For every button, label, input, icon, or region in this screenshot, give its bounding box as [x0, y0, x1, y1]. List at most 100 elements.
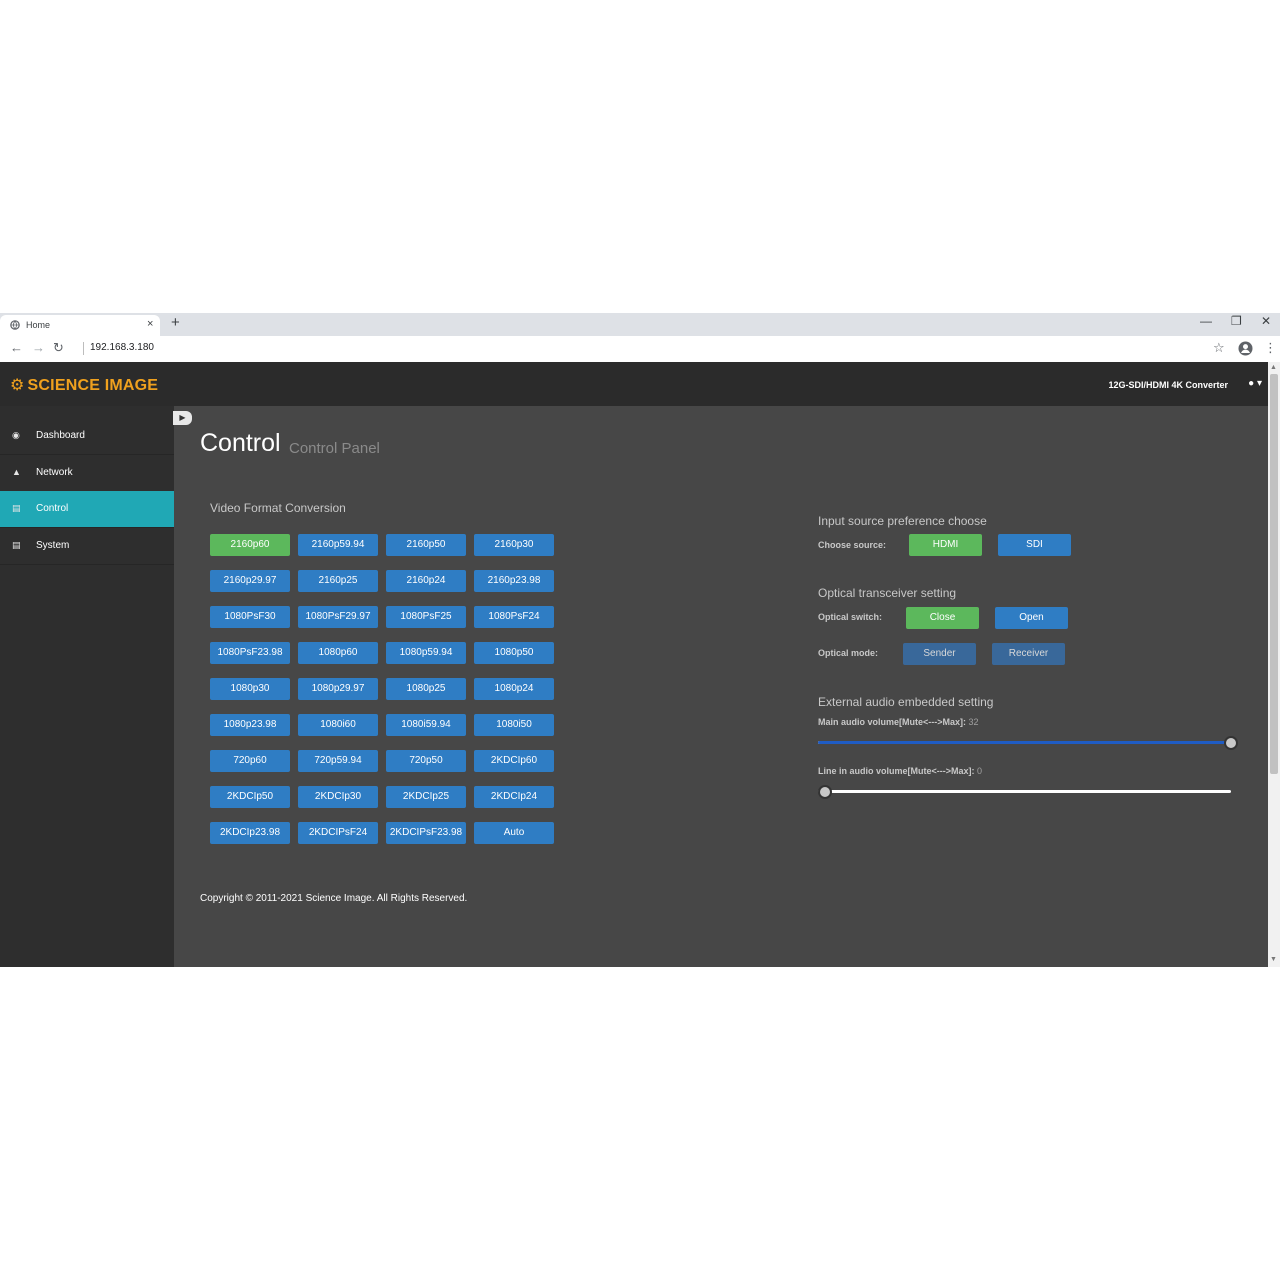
sidebar-item-dashboard[interactable]: ◉ Dashboard	[0, 418, 174, 455]
format-button[interactable]: 1080PsF30	[210, 606, 290, 628]
device-name: 12G-SDI/HDMI 4K Converter	[1108, 380, 1228, 390]
sidebar-item-label: Control	[36, 503, 69, 514]
format-button[interactable]: 1080p29.97	[298, 678, 378, 700]
format-button[interactable]: 720p50	[386, 750, 466, 772]
close-window-button[interactable]: ✕	[1261, 314, 1271, 328]
format-button[interactable]: 1080p24	[474, 678, 554, 700]
reload-icon[interactable]: ↻	[53, 340, 64, 356]
optical-switch-label: Optical switch:	[818, 612, 883, 622]
format-button[interactable]: 2160p59.94	[298, 534, 378, 556]
format-button[interactable]: 1080p60	[298, 642, 378, 664]
format-button[interactable]: 2160p24	[386, 570, 466, 592]
main-volume-fill	[818, 741, 1231, 744]
format-button[interactable]: 2KDCIPsF24	[298, 822, 378, 844]
sidebar-item-network[interactable]: ▲ Network	[0, 455, 174, 492]
back-arrow-icon[interactable]: ←	[10, 340, 23, 355]
audio-title: External audio embedded setting	[818, 695, 994, 709]
format-button[interactable]: 2160p30	[474, 534, 554, 556]
app-header: ⚙ SCIENCE IMAGE 12G-SDI/HDMI 4K Converter…	[0, 362, 1268, 406]
page-scrollbar[interactable]: ▲ ▼	[1268, 362, 1280, 967]
page-title: Control	[200, 429, 281, 457]
address-bar[interactable]: 192.168.3.180	[90, 342, 154, 353]
line-volume-slider[interactable]	[818, 790, 1231, 793]
format-button[interactable]: 1080p50	[474, 642, 554, 664]
network-icon: ▲	[12, 467, 21, 477]
format-button[interactable]: 1080p59.94	[386, 642, 466, 664]
source-hdmi-button[interactable]: HDMI	[909, 534, 982, 556]
main-volume-slider[interactable]	[818, 741, 1231, 744]
optical-receiver-button[interactable]: Receiver	[992, 643, 1065, 665]
choose-source-label: Choose source:	[818, 540, 887, 550]
web-app: ⚙ SCIENCE IMAGE 12G-SDI/HDMI 4K Converter…	[0, 362, 1268, 967]
format-button[interactable]: 2KDCIp25	[386, 786, 466, 808]
optical-close-button[interactable]: Close	[906, 607, 979, 629]
format-button[interactable]: 2KDCIp60	[474, 750, 554, 772]
sidebar-toggle-button[interactable]: ▶	[173, 411, 192, 425]
forward-arrow-icon[interactable]: →	[32, 340, 45, 355]
brand-logo[interactable]: ⚙ SCIENCE IMAGE	[10, 375, 158, 395]
scroll-up-icon[interactable]: ▲	[1270, 364, 1277, 371]
format-button[interactable]: 1080p23.98	[210, 714, 290, 736]
bookmark-star-icon[interactable]: ☆	[1213, 340, 1225, 356]
format-button[interactable]: 2KDCIp30	[298, 786, 378, 808]
format-button[interactable]: 1080i59.94	[386, 714, 466, 736]
restore-button[interactable]: ❐	[1231, 314, 1242, 328]
source-sdi-button[interactable]: SDI	[998, 534, 1071, 556]
format-button[interactable]: 1080p25	[386, 678, 466, 700]
scroll-down-icon[interactable]: ▼	[1270, 956, 1277, 963]
chart-icon: ▤	[12, 503, 21, 513]
format-button[interactable]: 2KDCIp50	[210, 786, 290, 808]
new-tab-button[interactable]: +	[171, 314, 180, 331]
tab-close-icon[interactable]: ×	[147, 318, 153, 330]
sidebar-item-control[interactable]: ▤ Control	[0, 491, 174, 528]
profile-icon[interactable]	[1238, 341, 1253, 356]
format-button[interactable]: 1080i50	[474, 714, 554, 736]
format-button[interactable]: 2160p50	[386, 534, 466, 556]
optical-sender-button[interactable]: Sender	[903, 643, 976, 665]
sidebar-item-system[interactable]: ▤ System	[0, 528, 174, 565]
format-button[interactable]: 2KDCIPsF23.98	[386, 822, 466, 844]
browser-window: Home × + — ❐ ✕ ← → ↻ 192.168.3.180 ☆ ⋮ ⚙…	[0, 313, 1280, 967]
sidebar: ◉ Dashboard ▲ Network ▤ Control ▤ System	[0, 406, 174, 967]
scrollbar-thumb[interactable]	[1270, 374, 1278, 774]
format-button[interactable]: 1080PsF29.97	[298, 606, 378, 628]
format-button[interactable]: 720p59.94	[298, 750, 378, 772]
address-divider	[83, 342, 84, 355]
format-button[interactable]: 1080PsF25	[386, 606, 466, 628]
sidebar-item-label: Dashboard	[36, 430, 85, 441]
copyright-text: Copyright © 2011-2021 Science Image. All…	[200, 893, 468, 904]
format-button[interactable]: 2160p29.97	[210, 570, 290, 592]
line-volume-thumb[interactable]	[818, 785, 832, 799]
caret-right-icon: ▶	[179, 413, 186, 422]
main-volume-value: 32	[968, 717, 979, 727]
globe-icon	[10, 320, 20, 330]
line-volume-value: 0	[977, 766, 983, 776]
format-button[interactable]: 2160p25	[298, 570, 378, 592]
sidebar-item-label: System	[36, 540, 70, 551]
format-button[interactable]: 2160p60	[210, 534, 290, 556]
system-icon: ▤	[12, 540, 21, 550]
line-volume-text: Line in audio volume[Mute<--->Max]:	[818, 766, 975, 776]
format-button[interactable]: 1080i60	[298, 714, 378, 736]
user-menu-icon[interactable]: ● ▾	[1248, 378, 1262, 389]
format-button[interactable]: Auto	[474, 822, 554, 844]
optical-mode-label: Optical mode:	[818, 648, 879, 658]
line-volume-label: Line in audio volume[Mute<--->Max]: 0	[818, 766, 982, 776]
page-subtitle: Control Panel	[289, 440, 380, 457]
format-button[interactable]: 2160p23.98	[474, 570, 554, 592]
format-button[interactable]: 720p60	[210, 750, 290, 772]
optical-title: Optical transceiver setting	[818, 586, 957, 600]
format-button[interactable]: 1080PsF24	[474, 606, 554, 628]
main-volume-thumb[interactable]	[1224, 736, 1238, 750]
format-button[interactable]: 1080p30	[210, 678, 290, 700]
format-button[interactable]: 2KDCIp23.98	[210, 822, 290, 844]
main-volume-label: Main audio volume[Mute<--->Max]: 32	[818, 717, 979, 727]
browser-tab-home[interactable]: Home ×	[0, 315, 160, 336]
optical-open-button[interactable]: Open	[995, 607, 1068, 629]
address-toolbar: ← → ↻ 192.168.3.180 ☆ ⋮	[0, 336, 1280, 363]
format-button[interactable]: 1080PsF23.98	[210, 642, 290, 664]
minimize-button[interactable]: —	[1200, 314, 1212, 328]
menu-kebab-icon[interactable]: ⋮	[1264, 340, 1277, 356]
dashboard-icon: ◉	[12, 430, 20, 440]
format-button[interactable]: 2KDCIp24	[474, 786, 554, 808]
